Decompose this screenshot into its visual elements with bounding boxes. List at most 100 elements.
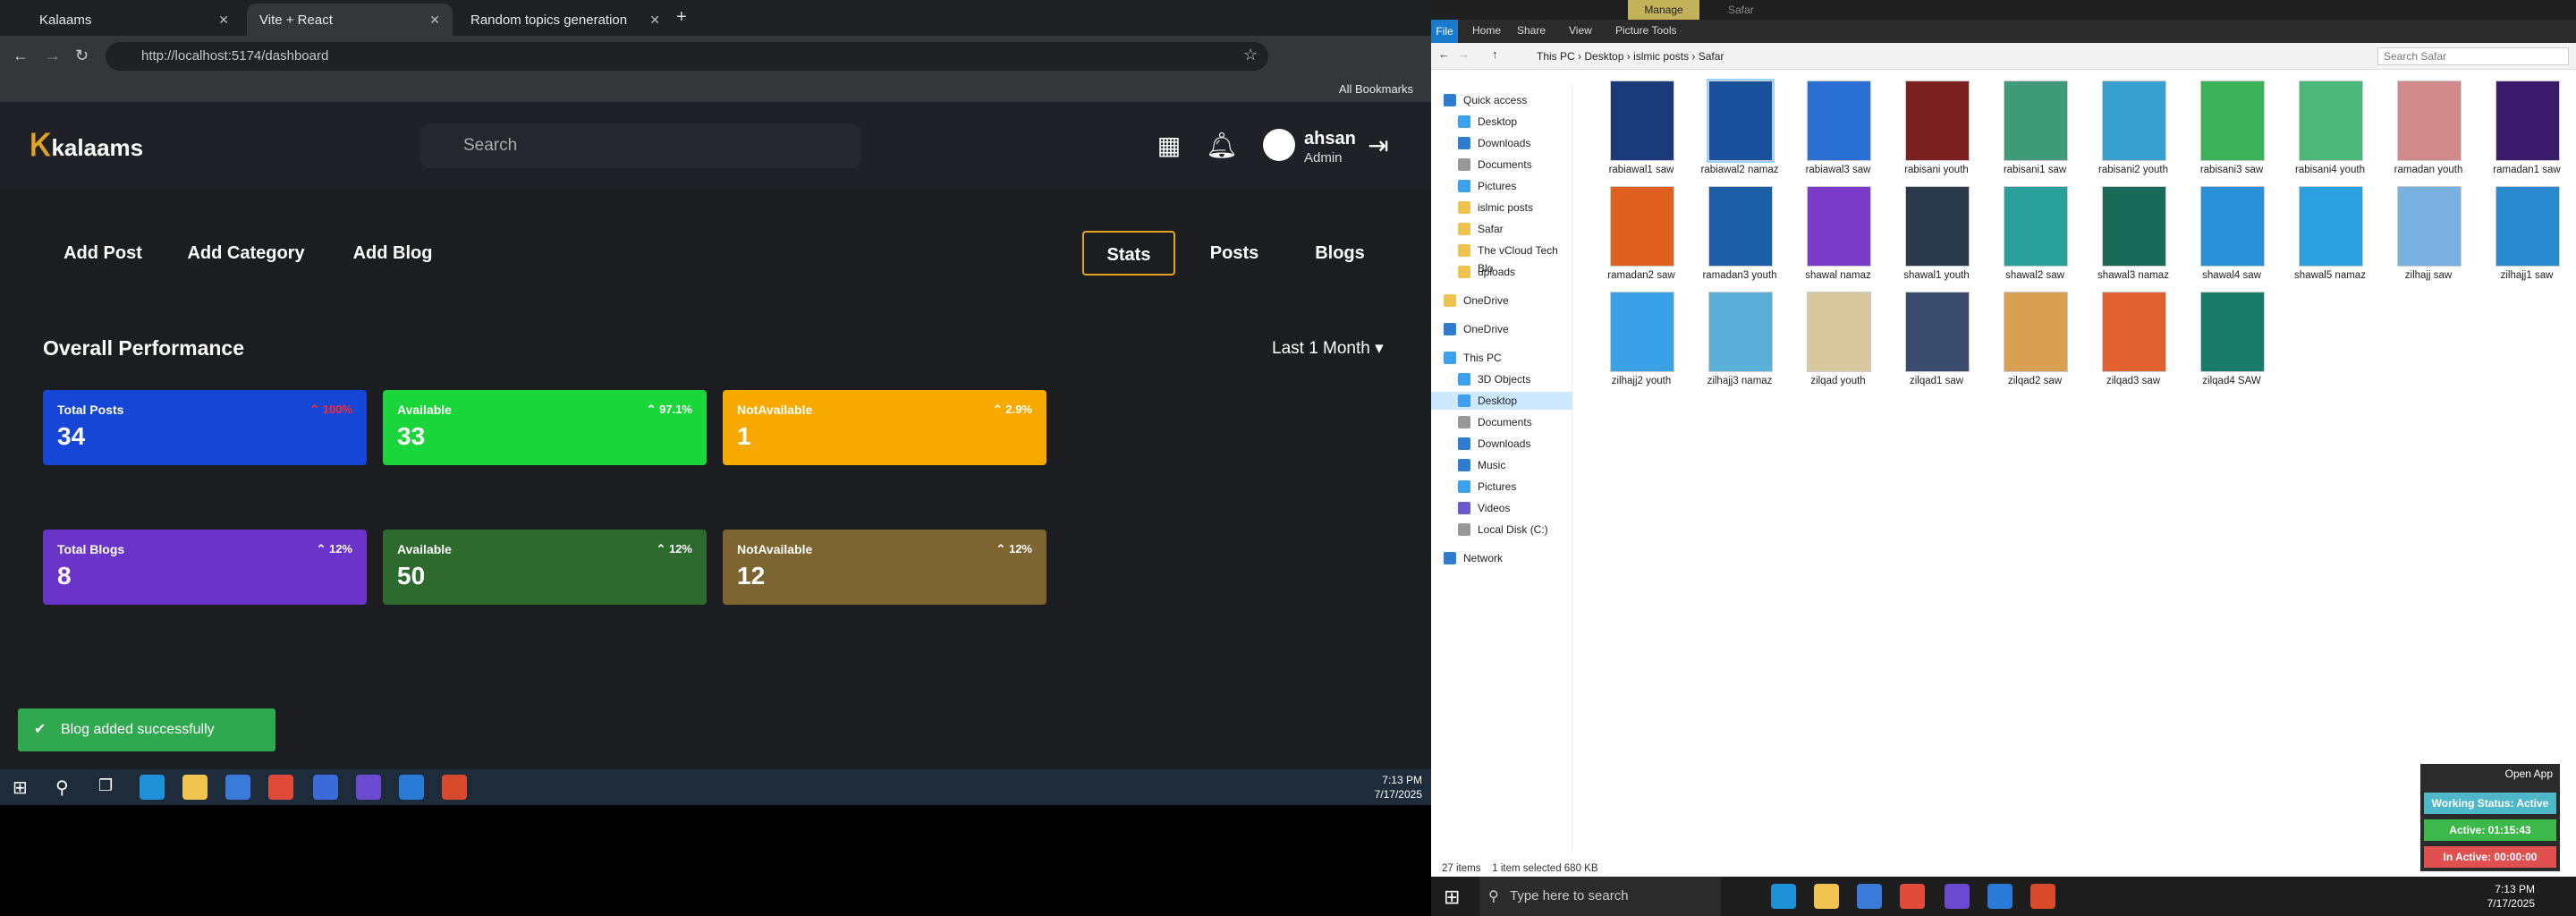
store-icon[interactable] <box>1857 884 1882 909</box>
tab-posts[interactable]: Posts <box>1190 231 1279 276</box>
nav-item[interactable]: Documents <box>1431 156 1572 174</box>
edge-icon[interactable] <box>1771 884 1796 909</box>
file-thumbnail[interactable]: rabiawal3 saw <box>1789 79 1887 186</box>
nav-item[interactable]: The vCloud Tech Blo <box>1431 242 1572 275</box>
breadcrumb-item[interactable]: This PC <box>1537 50 1575 63</box>
nav-item[interactable]: uploads <box>1431 263 1572 281</box>
nav-item[interactable]: OneDrive <box>1431 320 1572 338</box>
nav-item[interactable]: Pictures <box>1431 177 1572 195</box>
file-thumbnail[interactable]: zilhajj1 saw <box>2478 184 2576 292</box>
address-bar[interactable]: http://localhost:5174/dashboard <box>106 42 1268 71</box>
file-thumbnail[interactable]: ramadan2 saw <box>1592 184 1690 292</box>
open-app-link[interactable]: Open App <box>2505 768 2553 780</box>
file-thumbnail[interactable]: zilhajj3 namaz <box>1690 290 1789 397</box>
chrome-icon[interactable] <box>1900 884 1925 909</box>
file-thumbnail[interactable]: ramadan1 saw <box>2478 79 2576 186</box>
nav-item[interactable]: Downloads <box>1431 435 1572 453</box>
nav-item[interactable]: Downloads <box>1431 134 1572 152</box>
taskbar-search-input[interactable]: Type here to search <box>1479 877 1721 916</box>
file-thumbnail[interactable]: shawal namaz <box>1789 184 1887 292</box>
github-icon[interactable] <box>1945 884 1970 909</box>
file-thumbnail[interactable]: zilhajj saw <box>2379 184 2478 292</box>
app-icon-2[interactable] <box>2030 884 2055 909</box>
back-icon[interactable]: ← <box>13 47 29 65</box>
ribbon-tab-file[interactable]: File <box>1431 20 1458 43</box>
vscode-icon[interactable] <box>399 775 424 800</box>
file-thumbnail[interactable]: rabisani3 saw <box>2182 79 2281 186</box>
range-select[interactable]: Last 1 Month ▾ <box>1272 338 1384 359</box>
vscode-icon[interactable] <box>1987 884 2012 909</box>
nav-item[interactable]: 3D Objects <box>1431 370 1572 388</box>
breadcrumb-item[interactable]: islmic posts <box>1633 50 1689 63</box>
file-thumbnail[interactable]: rabiawal2 namaz <box>1690 79 1789 186</box>
ribbon-tab-share[interactable]: Share <box>1517 24 1546 37</box>
add-post-button[interactable]: Add Post <box>54 231 152 276</box>
close-tab-icon[interactable]: ✕ <box>429 13 440 28</box>
nav-item[interactable]: Desktop <box>1431 392 1572 410</box>
breadcrumb-item[interactable]: Desktop <box>1584 50 1623 63</box>
file-thumbnail[interactable]: shawal3 namaz <box>2084 184 2182 292</box>
logout-icon[interactable]: ⇥ <box>1363 131 1394 161</box>
nav-item[interactable]: This PC <box>1431 349 1572 367</box>
tab-vite-react[interactable]: Vite + React ✕ <box>247 4 453 36</box>
windows-start-icon[interactable]: ⊞ <box>13 776 28 799</box>
file-thumbnail[interactable]: shawal1 youth <box>1887 184 1986 292</box>
edge-icon[interactable] <box>140 775 165 800</box>
explorer-search-input[interactable]: Search Safar <box>2377 47 2569 65</box>
tab-random-topics[interactable]: Random topics generation ✕ <box>458 4 673 36</box>
forward-icon[interactable]: → <box>1458 47 1470 61</box>
reload-icon[interactable]: ↻ <box>75 47 89 65</box>
new-tab-icon[interactable]: + <box>676 7 687 28</box>
file-thumbnail[interactable]: zilqad3 saw <box>2084 290 2182 397</box>
file-explorer-icon[interactable] <box>1814 884 1839 909</box>
tab-kalaams[interactable]: Kalaams ✕ <box>27 4 242 36</box>
bell-icon[interactable]: 🔔︎ <box>1206 131 1238 161</box>
close-tab-icon[interactable]: ✕ <box>218 13 229 28</box>
file-thumbnail[interactable]: rabisani2 youth <box>2084 79 2182 186</box>
file-thumbnail[interactable]: rabiawal1 saw <box>1592 79 1690 186</box>
nav-item[interactable]: Documents <box>1431 413 1572 431</box>
nav-item[interactable]: Desktop <box>1431 113 1572 131</box>
file-thumbnail[interactable]: shawal5 namaz <box>2281 184 2379 292</box>
ribbon-tab-picture-tools[interactable]: Picture Tools <box>1615 24 1676 37</box>
bookmark-star-icon[interactable]: ☆ <box>1243 46 1258 64</box>
file-thumbnail[interactable]: zilqad2 saw <box>1986 290 2084 397</box>
windows-start-icon[interactable]: ⊞ <box>1444 886 1460 909</box>
file-thumbnail[interactable]: rabisani4 youth <box>2281 79 2379 186</box>
avatar[interactable] <box>1263 129 1295 161</box>
up-icon[interactable]: ↑ <box>1492 47 1498 61</box>
task-view-icon[interactable]: ❐ <box>98 776 113 795</box>
file-thumbnail[interactable]: zilqad1 saw <box>1887 290 1986 397</box>
manage-tab[interactable]: Manage <box>1628 0 1699 20</box>
file-thumbnail[interactable]: rabisani youth <box>1887 79 1986 186</box>
nav-item[interactable]: Quick access <box>1431 91 1572 109</box>
chrome-icon[interactable] <box>268 775 293 800</box>
back-icon[interactable]: ← <box>1438 47 1450 61</box>
nav-item[interactable]: islmic posts <box>1431 199 1572 216</box>
file-explorer-icon[interactable] <box>182 775 208 800</box>
ribbon-tab-view[interactable]: View <box>1569 24 1592 37</box>
search-icon[interactable]: ⚲ <box>55 776 69 799</box>
taskbar-clock[interactable]: 7:13 PM 7/17/2025 <box>2487 882 2535 911</box>
file-thumbnail[interactable]: ramadan youth <box>2379 79 2478 186</box>
nav-item[interactable]: Pictures <box>1431 478 1572 496</box>
file-thumbnail[interactable]: ramadan3 youth <box>1690 184 1789 292</box>
taskbar-clock[interactable]: 7:13 PM 7/17/2025 <box>1375 773 1422 802</box>
tab-stats[interactable]: Stats <box>1082 231 1175 276</box>
nav-item[interactable]: Videos <box>1431 499 1572 517</box>
app-icon[interactable] <box>313 775 338 800</box>
forward-icon[interactable]: → <box>45 47 61 65</box>
github-icon[interactable] <box>356 775 381 800</box>
all-bookmarks-link[interactable]: All Bookmarks <box>1339 82 1413 96</box>
nav-item[interactable]: OneDrive <box>1431 292 1572 310</box>
nav-item[interactable]: Music <box>1431 456 1572 474</box>
grid-icon[interactable]: ▦ <box>1154 131 1184 161</box>
app-icon-2[interactable] <box>442 775 467 800</box>
nav-item[interactable]: Safar <box>1431 220 1572 238</box>
nav-item[interactable]: Network <box>1431 549 1572 567</box>
breadcrumb-item[interactable]: Safar <box>1699 50 1724 63</box>
file-thumbnail[interactable]: zilqad4 SAW <box>2182 290 2281 397</box>
file-thumbnail[interactable]: zilhajj2 youth <box>1592 290 1690 397</box>
add-category-button[interactable]: Add Category <box>179 231 313 276</box>
ribbon-tab-home[interactable]: Home <box>1472 24 1501 37</box>
